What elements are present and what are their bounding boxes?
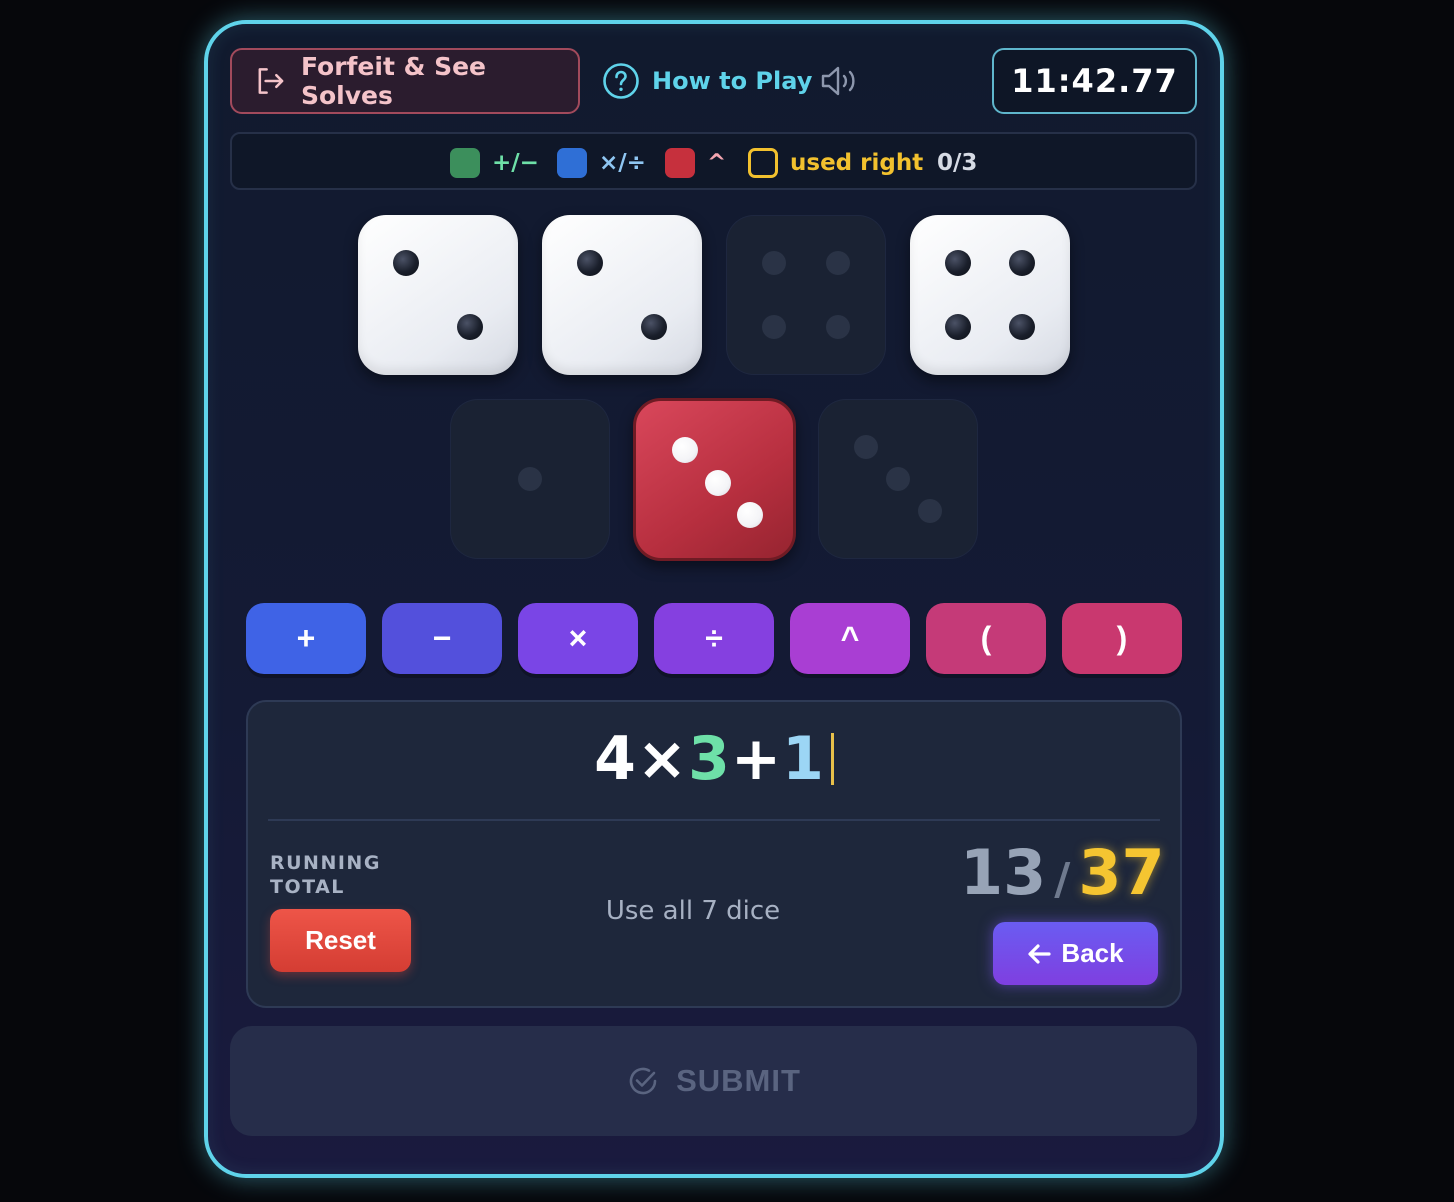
legend-swatch-outline-yellow [748, 148, 778, 178]
die-pip [886, 467, 910, 491]
how-to-play-label: How to Play [652, 67, 813, 95]
legend-swatch-green [450, 148, 480, 178]
legend-swatch-blue [557, 148, 587, 178]
die-4-available[interactable] [910, 215, 1070, 375]
legend-add-subtract: +/− [450, 148, 539, 178]
die-pip [945, 314, 971, 340]
legend-label: ^ [707, 150, 727, 176]
submit-button[interactable]: SUBMIT [230, 1026, 1197, 1136]
legend-multiply-divide: ×/÷ [557, 148, 646, 178]
reset-button[interactable]: Reset [270, 909, 411, 972]
open-paren-button[interactable]: ( [926, 603, 1046, 674]
target-number: 37 [1078, 836, 1165, 909]
die-1-used[interactable] [450, 399, 610, 559]
die-3-used[interactable] [818, 399, 978, 559]
die-3-available[interactable] [633, 398, 796, 561]
die-pip [854, 435, 878, 459]
close-paren-button[interactable]: ) [1062, 603, 1182, 674]
legend-progress: 0/3 [937, 148, 977, 178]
arrow-left-icon [1028, 943, 1052, 964]
multiply-button[interactable]: × [518, 603, 638, 674]
back-label: Back [1061, 938, 1124, 968]
legend-swatch-red [665, 148, 695, 178]
legend-bar: +/− ×/÷ ^ used right 0/3 [230, 132, 1197, 190]
die-pip [577, 250, 603, 276]
text-caret [830, 733, 834, 785]
forfeit-button[interactable]: Forfeit & See Solves [230, 48, 580, 114]
speaker-icon [821, 66, 855, 96]
expression-token: 1 [782, 724, 825, 794]
die-pip [826, 251, 850, 275]
forfeit-label: Forfeit & See Solves [300, 52, 487, 110]
die-pip [641, 314, 667, 340]
legend-label: ×/÷ [599, 150, 646, 176]
die-pip [704, 469, 731, 496]
timer-display: 11:42.77 [992, 48, 1197, 114]
exit-icon [258, 68, 284, 94]
die-pip [918, 499, 942, 523]
die-pip [945, 250, 971, 276]
expression-token: 3 [688, 724, 731, 794]
current-total: 13 [960, 836, 1047, 909]
expression-token: 4 [594, 724, 637, 794]
legend-label: +/− [492, 150, 539, 176]
die-pip [518, 467, 542, 491]
die-pip [737, 502, 764, 529]
question-circle-icon [603, 63, 639, 99]
legend-power: ^ [665, 148, 726, 178]
expression-token: × [636, 724, 689, 794]
how-to-play-button[interactable]: How to Play [602, 62, 812, 100]
legend-used-right: used right [748, 148, 923, 178]
running-total-label: RUNNING TOTAL [270, 852, 381, 898]
legend-progress-count: 0/3 [937, 150, 978, 176]
plus-button[interactable]: + [246, 603, 366, 674]
die-pip [826, 315, 850, 339]
divide-button[interactable]: ÷ [654, 603, 774, 674]
legend-used-right-label: used right [790, 150, 924, 176]
expression-token: + [730, 724, 783, 794]
hint-text: Use all 7 dice [605, 896, 781, 926]
die-pip [1009, 314, 1035, 340]
back-button[interactable]: Back [993, 922, 1158, 985]
minus-button[interactable]: − [382, 603, 502, 674]
check-circle-icon [629, 1067, 657, 1095]
die-2-available[interactable] [358, 215, 518, 375]
sound-button[interactable] [820, 64, 862, 98]
die-2-available[interactable] [542, 215, 702, 375]
die-4-used[interactable] [726, 215, 886, 375]
die-pip [457, 314, 483, 340]
die-pip [671, 436, 698, 463]
die-pip [393, 250, 419, 276]
die-pip [1009, 250, 1035, 276]
score-display: 13/37 [960, 836, 1165, 909]
panel-divider [268, 819, 1160, 821]
expression-display[interactable]: 4×3+1 [246, 724, 1182, 794]
submit-label: SUBMIT [676, 1063, 801, 1098]
die-pip [762, 251, 786, 275]
die-pip [762, 315, 786, 339]
power-button[interactable]: ^ [790, 603, 910, 674]
score-separator: / [1054, 854, 1071, 905]
